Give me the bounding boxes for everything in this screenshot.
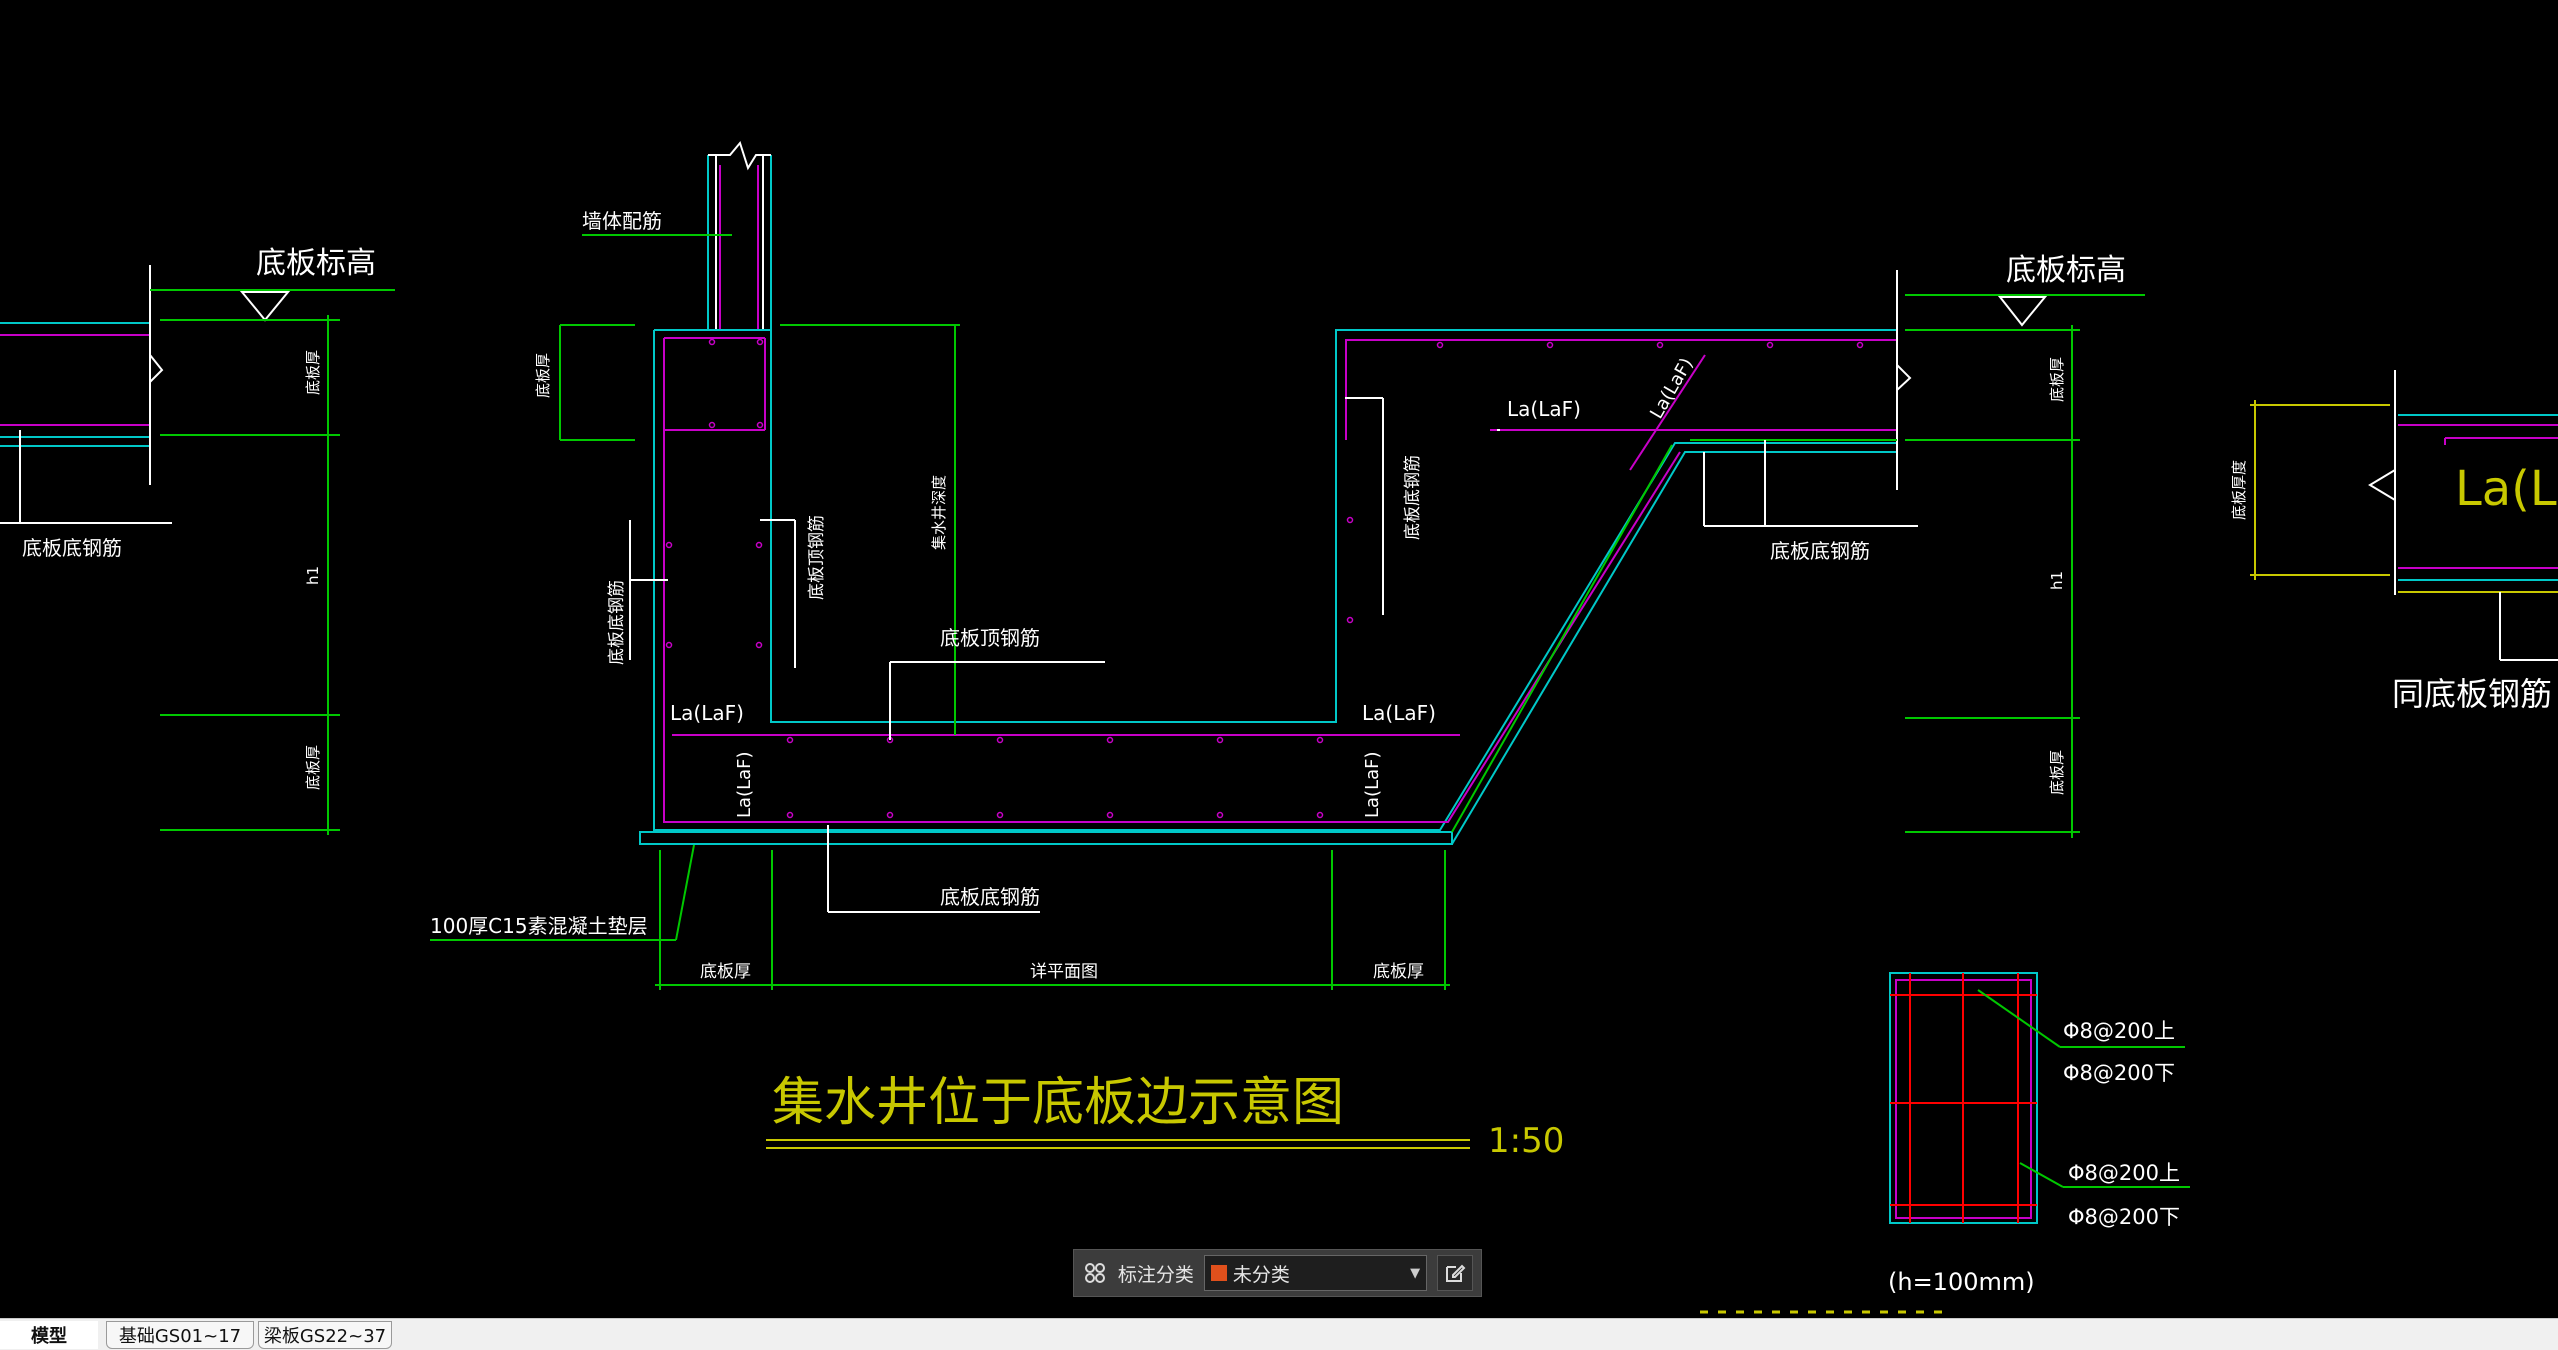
edit-icon bbox=[1446, 1264, 1466, 1282]
category-color-swatch bbox=[1210, 1265, 1227, 1281]
tab-model[interactable]: 模型 bbox=[0, 1321, 98, 1349]
la-vert-left-label: La(LaF) bbox=[734, 751, 755, 818]
drawing-scale: 1:50 bbox=[1488, 1121, 1564, 1161]
slab-top-rebar-label: 底板顶钢筋 bbox=[940, 626, 1040, 650]
annotation-category-select[interactable]: 未分类 ▼ bbox=[1203, 1255, 1428, 1291]
left-bottom-rebar-label: 底板底钢筋 bbox=[22, 536, 122, 560]
wall-rebar-label: 墙体配筋 bbox=[582, 209, 662, 233]
right-h1: h1 bbox=[2048, 571, 2066, 590]
left-slab-elev-label: 底板标高 bbox=[256, 246, 376, 281]
left-slab-thick-top: 底板厚 bbox=[304, 350, 322, 395]
rebar-dots bbox=[665, 338, 1864, 819]
rebar-spec-2: Φ8@200下 bbox=[2063, 1061, 2175, 1085]
pit-section bbox=[639, 140, 1918, 845]
pit-top-rebar-v: 底板顶钢筋 bbox=[807, 515, 827, 600]
far-right-same-rebar: 同底板钢筋 bbox=[2392, 675, 2552, 713]
la-right-label: La(LaF) bbox=[1362, 701, 1436, 725]
dimension-lines bbox=[430, 294, 2145, 990]
la-upper-label: La(LaF) bbox=[1507, 397, 1581, 421]
la-slope-label: La(LaF) bbox=[1646, 354, 1697, 422]
h-note: (h=100mm) bbox=[1888, 1268, 2035, 1296]
rebar-mesh-detail bbox=[1889, 972, 2190, 1224]
tab-foundation-label: 基础GS01~17 bbox=[118, 1326, 242, 1347]
tab-model-label: 模型 bbox=[31, 1326, 67, 1347]
tab-foundation[interactable]: 基础GS01~17 bbox=[106, 1321, 254, 1349]
rebar-spec-1: Φ8@200上 bbox=[2063, 1019, 2175, 1043]
dim-left-label: 底板厚 bbox=[700, 962, 751, 982]
right-slab-bottom-label: 底板底钢筋 bbox=[1770, 539, 1870, 563]
drawing-title: 集水井位于底板边示意图 bbox=[772, 1073, 1344, 1133]
cushion-label: 100厚C15素混凝土垫层 bbox=[430, 914, 648, 938]
far-right-la: La(La bbox=[2455, 461, 2558, 517]
rebar-spec-3: Φ8@200上 bbox=[2068, 1161, 2180, 1185]
grid-icon[interactable] bbox=[1082, 1260, 1108, 1286]
dim-mid-label: 详平面图 bbox=[1030, 962, 1098, 982]
la-left-label: La(LaF) bbox=[670, 701, 744, 725]
right-slab-elev-label: 底板标高 bbox=[2006, 253, 2126, 288]
category-selected-value: 未分类 bbox=[1232, 1263, 1290, 1286]
layout-tab-bar: 模型 基础GS01~17 梁板GS22~37 bbox=[0, 1318, 2558, 1350]
tab-beam-slab-label: 梁板GS22~37 bbox=[263, 1326, 387, 1347]
edit-category-button[interactable] bbox=[1437, 1255, 1473, 1291]
annotation-category-toolbar: 标注分类 未分类 ▼ bbox=[1073, 1249, 1482, 1297]
right-slab-thick-top: 底板厚 bbox=[2048, 357, 2066, 402]
right-v-rebar-label: 底板底钢筋 bbox=[1403, 455, 1423, 540]
pit-depth-label: 集水井深度 bbox=[930, 475, 948, 550]
left-h1: h1 bbox=[304, 566, 322, 585]
annotation-category-label: 标注分类 bbox=[1117, 1263, 1194, 1286]
pit-bottom-rebar-v: 底板底钢筋 bbox=[607, 580, 627, 665]
rebar-spec-4: Φ8@200下 bbox=[2068, 1205, 2180, 1229]
far-right-v-label: 底板厚度 bbox=[2230, 460, 2248, 520]
slab-thick-left-v: 底板厚 bbox=[534, 353, 552, 398]
la-vert-right-label: La(LaF) bbox=[1362, 751, 1383, 818]
chevron-down-icon[interactable]: ▼ bbox=[1410, 1266, 1420, 1281]
dim-right-label: 底板厚 bbox=[1373, 962, 1424, 982]
cad-drawing-canvas[interactable]: 底板标高 底板底钢筋 底板厚 h1 底板厚 墙体配筋 底板厚 集水井深度 底板底… bbox=[0, 0, 2558, 1350]
tab-beam-slab[interactable]: 梁板GS22~37 bbox=[258, 1321, 392, 1349]
right-slab-thick-bot: 底板厚 bbox=[2048, 750, 2066, 795]
slab-bottom-rebar-center: 底板底钢筋 bbox=[940, 885, 1040, 909]
left-slab-thick-bot: 底板厚 bbox=[304, 745, 322, 790]
